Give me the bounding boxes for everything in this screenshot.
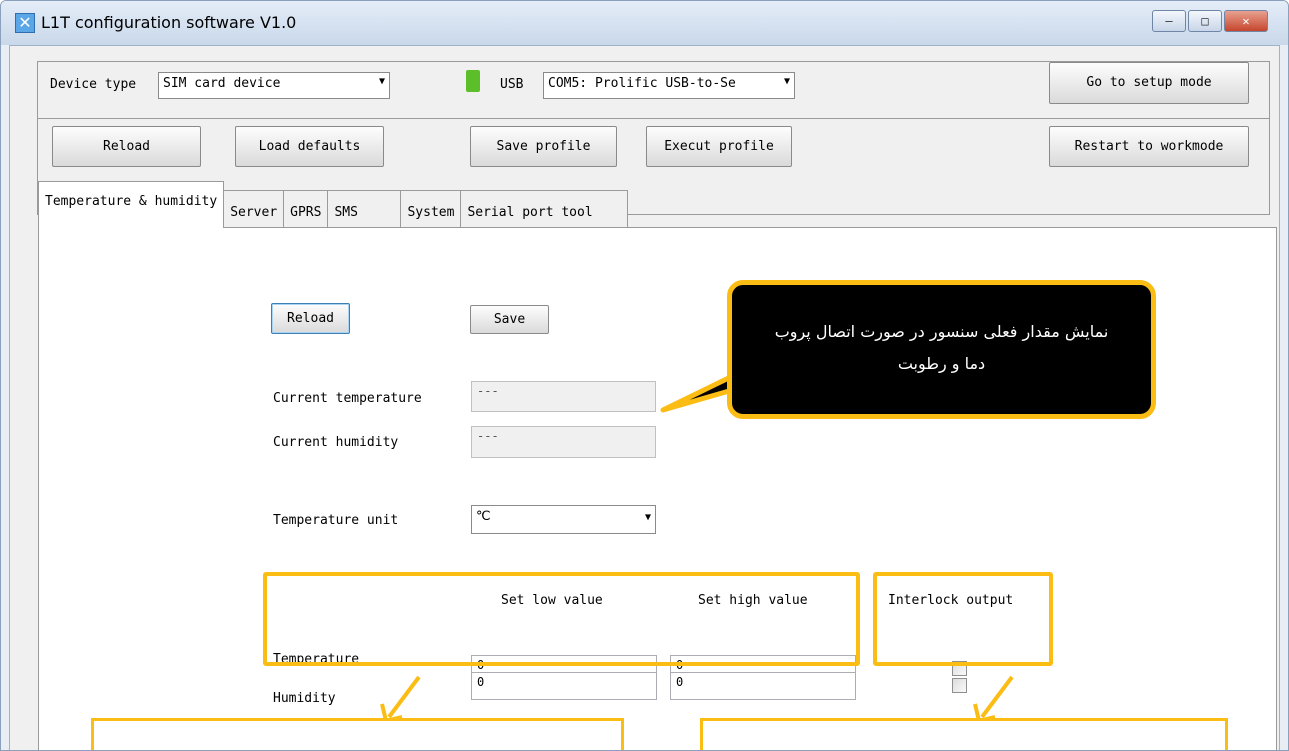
temperature-unit-value: ℃	[476, 509, 491, 524]
dropdown-arrow-icon: ▼	[783, 76, 790, 87]
humidity-interlock-checkbox[interactable]	[952, 678, 967, 693]
execute-profile-button[interactable]: Execut profile	[646, 126, 792, 167]
current-temperature-label: Current temperature	[273, 391, 422, 406]
window-controls: – □ ✕	[1150, 10, 1268, 32]
panel-reload-button[interactable]: Reload	[271, 303, 350, 334]
device-type-label: Device type	[50, 77, 137, 92]
tab-serial-port-tool[interactable]: Serial port tool	[460, 190, 629, 228]
usb-label: USB	[500, 77, 524, 92]
annotation-callout: نمایش مقدار فعلی سنسور در صورت اتصال پرو…	[727, 280, 1156, 419]
tab-gprs[interactable]: GPRS	[283, 190, 329, 228]
dropdown-arrow-icon: ▼	[644, 512, 651, 523]
current-humidity-field: ---	[471, 426, 656, 458]
interlock-highlight-box	[873, 572, 1053, 666]
panel-save-button[interactable]: Save	[470, 305, 549, 334]
humidity-high-input[interactable]: 0	[670, 672, 856, 700]
limits-highlight-box	[263, 572, 860, 666]
minimize-icon[interactable]: –	[1152, 10, 1186, 32]
temperature-unit-label: Temperature unit	[273, 513, 399, 528]
port-select[interactable]: COM5: Prolific USB-to-Se ▼	[543, 72, 795, 99]
maximize-icon[interactable]: □	[1188, 10, 1222, 32]
close-icon[interactable]: ✕	[1224, 10, 1268, 32]
dropdown-arrow-icon: ▼	[378, 76, 385, 87]
tab-server[interactable]: Server	[223, 190, 285, 228]
humidity-row-label: Humidity	[273, 691, 336, 706]
restart-to-workmode-button[interactable]: Restart to workmode	[1049, 126, 1249, 167]
device-type-value: SIM card device	[163, 76, 281, 91]
tab-sms[interactable]: SMS	[327, 190, 402, 228]
port-value: COM5: Prolific USB-to-Se	[548, 76, 736, 91]
temperature-unit-select[interactable]: ℃ ▼	[471, 505, 656, 534]
tab-temperature-humidity[interactable]: Temperature & humidity	[38, 181, 225, 228]
window-title: L1T configuration software V1.0	[41, 13, 297, 32]
device-type-select[interactable]: SIM card device ▼	[158, 72, 390, 99]
humidity-low-input[interactable]: 0	[471, 672, 657, 700]
limits-note-box	[91, 718, 624, 750]
title-bar: ✕ L1T configuration software V1.0 – □ ✕	[1, 1, 1288, 45]
app-icon: ✕	[15, 13, 35, 33]
load-defaults-button[interactable]: Load defaults	[235, 126, 384, 167]
current-temperature-field: ---	[471, 381, 656, 412]
toolbar-divider	[38, 118, 1269, 119]
save-profile-button[interactable]: Save profile	[470, 126, 617, 167]
reload-button[interactable]: Reload	[52, 126, 201, 167]
tab-bar: Temperature & humidity Server GPRS SMS S…	[38, 181, 629, 228]
interlock-note-box	[700, 718, 1228, 750]
current-humidity-label: Current humidity	[273, 435, 399, 450]
tab-system[interactable]: System	[400, 190, 462, 228]
go-to-setup-mode-button[interactable]: Go to setup mode	[1049, 62, 1249, 104]
usb-icon	[466, 70, 480, 92]
app-window: ✕ L1T configuration software V1.0 – □ ✕ …	[0, 0, 1289, 751]
